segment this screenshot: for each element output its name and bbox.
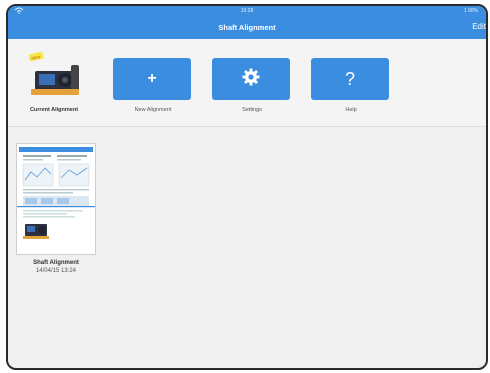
svg-text:NEW: NEW (31, 54, 41, 61)
help-button[interactable]: ? (311, 58, 389, 100)
report-preview-icon (17, 144, 95, 254)
new-alignment-button[interactable]: + (113, 58, 191, 100)
gear-icon (242, 68, 260, 91)
document-thumbnail[interactable] (16, 143, 96, 255)
nav-bar: 10:28 1 90% Shaft Alignment Edit (8, 6, 486, 39)
status-time: 10:28 (240, 8, 254, 14)
settings-button[interactable] (212, 58, 290, 100)
question-icon: ? (344, 68, 355, 89)
toolbar: NEW Current Alignment + New Alignment Se… (8, 39, 486, 127)
current-alignment-label: Current Alignment (29, 107, 79, 113)
alignment-device-icon: NEW (27, 51, 83, 103)
settings-label: Settings (242, 107, 262, 113)
status-bar: 10:28 1 90% (8, 7, 486, 17)
new-alignment-label: New Alignment (134, 107, 172, 113)
edit-button[interactable]: Edit (472, 22, 486, 31)
help-label: Help (345, 107, 357, 113)
battery-indicator: 1 90% (463, 8, 478, 14)
plus-icon: + (147, 70, 157, 87)
document-name: Shaft Alignment (33, 260, 79, 266)
page-title: Shaft Alignment (218, 23, 276, 32)
ipad-screen: 10:28 1 90% Shaft Alignment Edit NEW Cur… (6, 4, 488, 370)
document-date: 14/04/15 13:24 (35, 268, 77, 274)
